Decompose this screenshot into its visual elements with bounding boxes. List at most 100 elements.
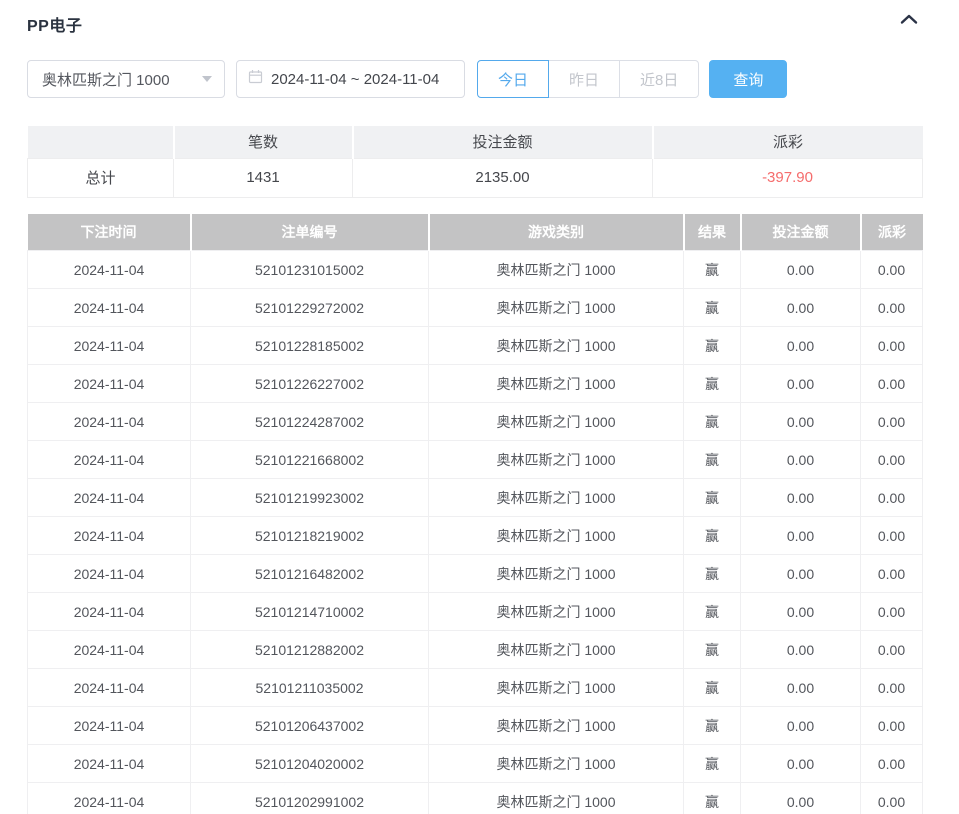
cell-result: 赢 — [684, 783, 741, 814]
calendar-icon — [248, 69, 263, 89]
cell-bet-amount: 0.00 — [741, 441, 861, 479]
cell-result: 赢 — [684, 441, 741, 479]
cell-game-category: 奥林匹斯之门 1000 — [429, 251, 684, 289]
cell-game-category: 奥林匹斯之门 1000 — [429, 365, 684, 403]
cell-game-category: 奥林匹斯之门 1000 — [429, 517, 684, 555]
panel-title: PP电子 — [27, 12, 959, 36]
header-payout: 派彩 — [861, 214, 923, 251]
cell-game-category: 奥林匹斯之门 1000 — [429, 783, 684, 814]
cell-bet-time: 2024-11-04 — [28, 327, 191, 365]
cell-bet-amount: 0.00 — [741, 251, 861, 289]
table-row: 2024-11-0452101218219002奥林匹斯之门 1000赢0.00… — [28, 517, 923, 555]
bet-table-body: 2024-11-0452101231015002奥林匹斯之门 1000赢0.00… — [28, 251, 923, 814]
header-game-category: 游戏类别 — [429, 214, 684, 251]
cell-order-number: 52101214710002 — [191, 593, 429, 631]
table-row: 2024-11-0452101224287002奥林匹斯之门 1000赢 0.00… — [28, 403, 923, 441]
table-row: 2024-11-0452101206437002奥林匹斯之门 1000赢0.00… — [28, 707, 923, 745]
cell-game-category: 奥林匹斯之门 1000 — [429, 441, 684, 479]
cell-result: 赢 — [684, 251, 741, 289]
cell-bet-time: 2024-11-04 — [28, 441, 191, 479]
cell-bet-amount: 0.00 — [741, 783, 861, 814]
table-row: 2024-11-0452101216482002奥林匹斯之门 1000赢0.00… — [28, 555, 923, 593]
cell-order-number: 52101231015002 — [191, 251, 429, 289]
quick-filter-group: 今日 昨日 近8日 — [477, 60, 699, 98]
cell-game-category: 奥林匹斯之门 1000 — [429, 593, 684, 631]
cell-bet-time: 2024-11-04 — [28, 669, 191, 707]
caret-down-icon — [202, 76, 212, 82]
cell-game-category: 奥林匹斯之门 1000 — [429, 403, 684, 441]
cell-result: 赢 — [684, 555, 741, 593]
bet-table-header-row: 下注时间 注单编号 游戏类别 结果 投注金额 派彩 — [28, 214, 923, 251]
summary-table: 笔数 投注金额 派彩 总计 1431 2135.00 -397.90 — [27, 126, 923, 198]
cell-bet-amount: 0.00 — [741, 517, 861, 555]
yesterday-button[interactable]: 昨日 — [548, 60, 620, 98]
cell-result: 赢 — [684, 479, 741, 517]
cell-bet-time: 2024-11-04 — [28, 745, 191, 783]
cell-result: 赢 — [684, 669, 741, 707]
table-row: 2024-11-0452101228185002奥林匹斯之门 1000赢0.00… — [28, 327, 923, 365]
cell-bet-amount: 0.00 — [741, 289, 861, 327]
cell-order-number: 52101221668002 — [191, 441, 429, 479]
collapse-button[interactable] — [897, 8, 921, 32]
cell-order-number: 52101212882002 — [191, 631, 429, 669]
cell-game-category: 奥林匹斯之门 1000 — [429, 669, 684, 707]
cell-payout: 0.00 — [861, 403, 923, 441]
cell-bet-time: 2024-11-04 — [28, 783, 191, 814]
cell-order-number: 52101229272002 — [191, 289, 429, 327]
header-bet-amount: 投注金额 — [741, 214, 861, 251]
cell-payout: 0.00 — [861, 479, 923, 517]
cell-bet-time: 2024-11-04 — [28, 555, 191, 593]
cell-game-category: 奥林匹斯之门 1000 — [429, 555, 684, 593]
cell-bet-time: 2024-11-04 — [28, 631, 191, 669]
cell-game-category: 奥林匹斯之门 1000 — [429, 707, 684, 745]
table-row: 2024-11-0452101211035002奥林匹斯之门 1000赢0.00… — [28, 669, 923, 707]
cell-bet-amount: 0.00 — [741, 745, 861, 783]
summary-header-payout: 派彩 — [653, 126, 923, 158]
cell-bet-time: 2024-11-04 — [28, 517, 191, 555]
cell-bet-time: 2024-11-04 — [28, 479, 191, 517]
cell-bet-amount: 0.00 — [741, 365, 861, 403]
filter-bar: 奥林匹斯之门 1000 2024-11-04 ~ 2024-11-04 今日 昨… — [27, 60, 959, 98]
cell-bet-time: 2024-11-04 — [28, 403, 191, 441]
header-order-number: 注单编号 — [191, 214, 429, 251]
cell-result: 赢 — [684, 289, 741, 327]
cell-bet-amount: 0.00 — [741, 555, 861, 593]
cell-result: 赢 — [684, 707, 741, 745]
summary-header-count: 笔数 — [174, 126, 353, 158]
cell-order-number: 52101216482002 — [191, 555, 429, 593]
today-button[interactable]: 今日 — [477, 60, 549, 98]
summary-header-bet-amount: 投注金额 — [353, 126, 653, 158]
table-row: 2024-11-0452101229272002奥林匹斯之门 1000赢0.00… — [28, 289, 923, 327]
cell-result: 赢 — [684, 365, 741, 403]
table-row: 2024-11-0452101204020002奥林匹斯之门 1000赢0.00… — [28, 745, 923, 783]
cell-order-number: 52101202991002 — [191, 783, 429, 814]
cell-payout: 0.00 — [861, 517, 923, 555]
summary-header-blank — [28, 126, 174, 158]
cell-order-number: 52101211035002 — [191, 669, 429, 707]
summary-total-label: 总计 — [28, 158, 174, 197]
cell-result: 赢 — [684, 631, 741, 669]
cell-payout: 0.00 — [861, 745, 923, 783]
bet-records-table: 下注时间 注单编号 游戏类别 结果 投注金额 派彩 2024-11-045210… — [27, 214, 923, 814]
cell-result: 赢 — [684, 403, 741, 441]
cell-order-number: 52101224287002 — [191, 403, 429, 441]
cell-order-number: 52101206437002 — [191, 707, 429, 745]
cell-game-category: 奥林匹斯之门 1000 — [429, 745, 684, 783]
summary-header-row: 笔数 投注金额 派彩 — [28, 126, 923, 158]
cell-bet-time: 2024-11-04 — [28, 593, 191, 631]
cell-order-number: 52101219923002 — [191, 479, 429, 517]
cell-order-number: 52101228185002 — [191, 327, 429, 365]
cell-bet-time: 2024-11-04 — [28, 289, 191, 327]
cell-payout: 0.00 — [861, 289, 923, 327]
last-8-days-button[interactable]: 近8日 — [619, 60, 699, 98]
cell-bet-amount: 0.00 — [741, 593, 861, 631]
cell-payout: 0.00 — [861, 555, 923, 593]
cell-bet-amount: 0.00 — [741, 631, 861, 669]
game-select-value: 奥林匹斯之门 1000 — [42, 69, 202, 90]
date-range-input[interactable]: 2024-11-04 ~ 2024-11-04 — [236, 60, 465, 98]
table-row: 2024-11-0452101214710002奥林匹斯之门 1000赢0.00… — [28, 593, 923, 631]
header-result: 结果 — [684, 214, 741, 251]
summary-total-payout: -397.90 — [653, 158, 923, 197]
query-button[interactable]: 查询 — [709, 60, 787, 98]
game-select[interactable]: 奥林匹斯之门 1000 — [27, 60, 225, 98]
